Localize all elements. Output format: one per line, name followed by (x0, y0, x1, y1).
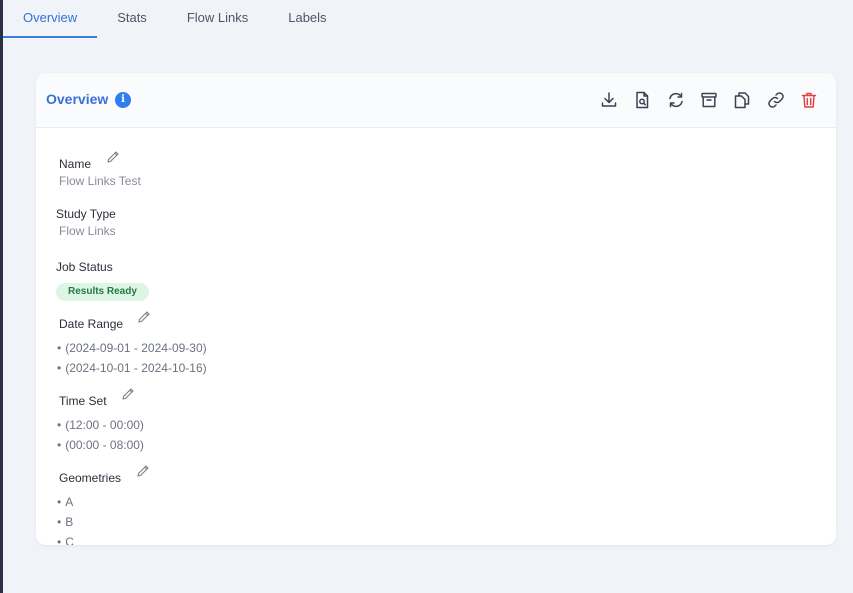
time-set-item: (12:00 - 00:00) (57, 418, 144, 432)
date-range-item: (2024-09-01 - 2024-09-30) (57, 341, 206, 355)
tab-flow-links[interactable]: Flow Links (167, 0, 268, 38)
overview-card: Overview i Name Flow Links Test Study Ty… (36, 73, 836, 545)
card-header: Overview i (36, 73, 836, 128)
time-set-item: (00:00 - 08:00) (57, 438, 144, 452)
trash-icon[interactable] (799, 90, 819, 110)
refresh-icon[interactable] (666, 90, 686, 110)
time-set-label: Time Set (59, 394, 107, 408)
geometry-item: B (57, 515, 73, 529)
card-body: Name Flow Links Test Study Type Flow Lin… (36, 128, 836, 545)
edit-time-set-pencil-icon[interactable] (121, 387, 135, 401)
status-badge: Results Ready (56, 283, 149, 301)
info-icon[interactable]: i (115, 92, 131, 108)
name-label: Name (59, 157, 92, 171)
name-value: Flow Links Test (59, 174, 141, 188)
geometry-item: A (57, 495, 73, 509)
tab-labels[interactable]: Labels (268, 0, 346, 38)
card-toolbar (599, 90, 829, 110)
date-range-item: (2024-10-01 - 2024-10-16) (57, 361, 206, 375)
date-range-label: Date Range (59, 317, 124, 331)
app-root: Overview Stats Flow Links Labels Overvie… (0, 0, 853, 593)
job-status-label: Job Status (56, 260, 113, 274)
tab-bar: Overview Stats Flow Links Labels (3, 0, 853, 40)
card-title: Overview (46, 91, 109, 107)
edit-name-pencil-icon[interactable] (106, 150, 120, 164)
file-search-icon[interactable] (632, 90, 652, 110)
study-type-label: Study Type (56, 207, 116, 221)
copy-icon[interactable] (732, 90, 752, 110)
geometries-label: Geometries (59, 471, 122, 485)
study-type-value: Flow Links (59, 224, 116, 238)
download-icon[interactable] (599, 90, 619, 110)
tab-overview[interactable]: Overview (3, 0, 98, 38)
geometry-item: C (57, 535, 74, 545)
edit-geometries-pencil-icon[interactable] (136, 464, 150, 478)
link-icon[interactable] (766, 90, 786, 110)
archive-icon[interactable] (699, 90, 719, 110)
edit-date-range-pencil-icon[interactable] (137, 310, 151, 324)
tab-stats[interactable]: Stats (97, 0, 167, 38)
